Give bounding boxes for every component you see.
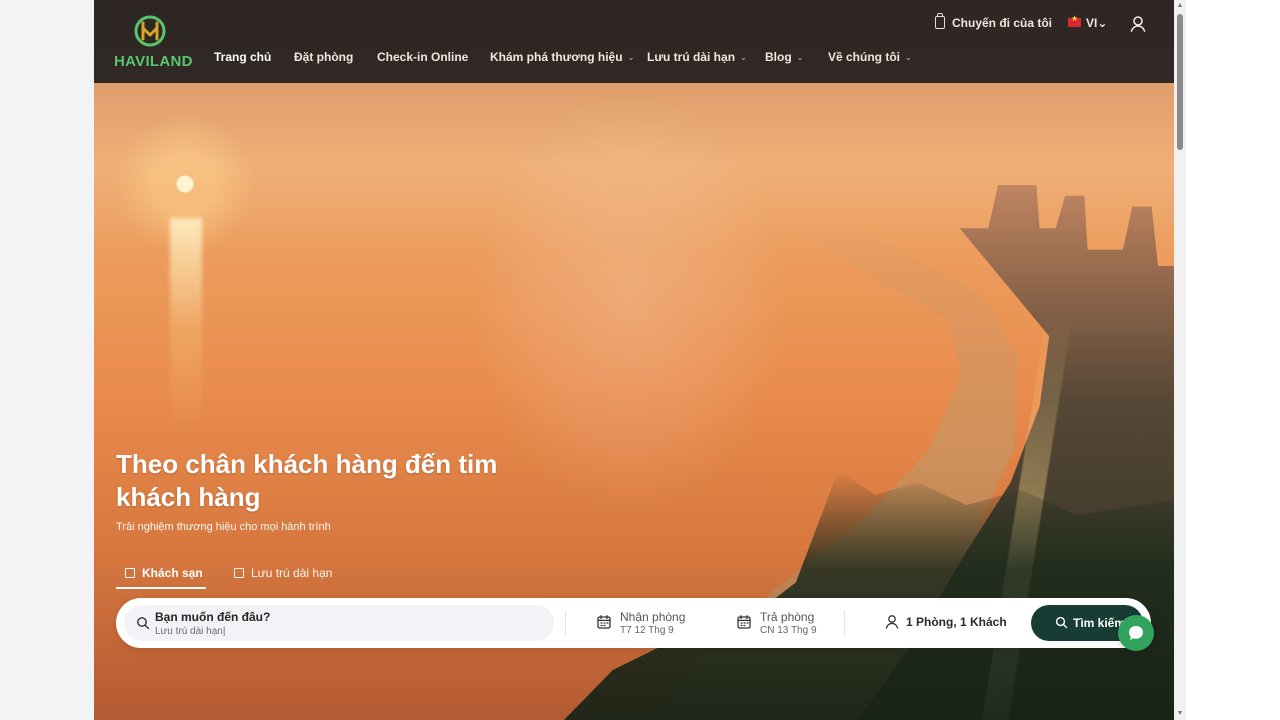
my-trips-link[interactable]: Chuyến đi của tôi [935, 13, 1053, 30]
chat-icon [1129, 626, 1143, 640]
hotel-icon [125, 568, 135, 578]
nav-long-stay[interactable]: Lưu trú dài hạn ⌄ [647, 50, 747, 64]
active-tab-indicator [116, 587, 206, 589]
checkin-value: T7 12 Thg 9 [620, 625, 674, 636]
nav-online-checkin[interactable]: Check-in Online [377, 50, 468, 64]
top-navigation: HAVILAND Trang chủ Đặt phòng Check-in On… [94, 0, 1174, 83]
scrollbar-thumb[interactable] [1177, 14, 1183, 150]
haviland-logo-icon[interactable] [133, 14, 167, 48]
calendar-icon [597, 615, 611, 629]
language-code: VI [1086, 16, 1098, 30]
checkout-label: Trả phòng [760, 610, 815, 624]
language-selector[interactable]: VI⌄ [1068, 14, 1108, 30]
search-divider [565, 610, 566, 636]
calendar-icon [737, 615, 751, 629]
nav-blog[interactable]: Blog ⌄ [765, 50, 803, 64]
page-scrollbar[interactable]: ▲ ▼ [1174, 0, 1186, 720]
chevron-down-icon: ⌄ [905, 53, 912, 62]
checkout-field[interactable]: Trả phòng CN 13 Thg 9 [736, 608, 856, 638]
tab-long-stay[interactable]: Lưu trú dài hạn [234, 566, 332, 580]
my-trips-label: Chuyến đi của tôi [952, 16, 1053, 30]
nav-home[interactable]: Trang chủ [214, 50, 271, 64]
search-button-label: Tìm kiếm [1073, 616, 1126, 630]
user-icon[interactable] [1129, 15, 1147, 33]
sun-reflection [170, 218, 202, 438]
tab-long-stay-label: Lưu trú dài hạn [251, 566, 333, 580]
hero-headline: Theo chân khách hàng đến tim khách hàng [116, 449, 498, 512]
right-page-margin [1174, 0, 1280, 720]
search-divider [844, 610, 845, 636]
luggage-icon [935, 13, 945, 29]
destination-input-value[interactable]: Lưu trú dài hạn| [155, 626, 225, 637]
left-page-margin [0, 0, 94, 720]
building-icon [234, 568, 244, 578]
scroll-up-icon[interactable]: ▲ [1174, 0, 1186, 12]
checkin-field[interactable]: Nhận phòng T7 12 Thg 9 [596, 608, 716, 638]
person-icon [885, 615, 899, 629]
nav-blog-label: Blog [765, 50, 792, 64]
nav-online-checkin-label: Check-in Online [377, 50, 469, 64]
scroll-down-icon[interactable]: ▼ [1174, 708, 1186, 720]
nav-booking[interactable]: Đặt phòng [294, 50, 353, 64]
brand-name[interactable]: HAVILAND [114, 53, 192, 70]
nav-about[interactable]: Về chúng tôi ⌄ [828, 50, 912, 64]
nav-brand-explore[interactable]: Khám phá thương hiệu ⌄ [490, 50, 634, 64]
guest-summary: 1 Phòng, 1 Khách [906, 615, 1007, 629]
nav-about-label: Về chúng tôi [828, 50, 900, 64]
chat-button[interactable] [1118, 615, 1154, 651]
vietnam-flag-icon [1068, 14, 1081, 27]
nav-long-stay-label: Lưu trú dài hạn [647, 50, 736, 64]
tab-hotels-label: Khách sạn [142, 566, 203, 580]
nav-booking-label: Đặt phòng [294, 50, 354, 64]
destination-field[interactable]: Bạn muốn đến đâu? Lưu trú dài hạn| [124, 605, 554, 641]
chevron-down-icon: ⌄ [627, 53, 635, 62]
checkin-label: Nhận phòng [620, 610, 686, 624]
chevron-down-icon: ⌄ [796, 53, 804, 62]
search-icon [137, 617, 150, 630]
nav-home-label: Trang chủ [214, 50, 272, 64]
hero-subheadline: Trải nghiệm thương hiệu cho mọi hành trì… [116, 521, 331, 533]
booking-search-bar: Bạn muốn đến đâu? Lưu trú dài hạn| Nhận … [116, 598, 1151, 648]
destination-label: Bạn muốn đến đâu? [155, 610, 271, 624]
tab-hotels[interactable]: Khách sạn [125, 566, 203, 580]
chevron-down-icon: ⌄ [1097, 16, 1108, 30]
homepage-frame: HAVILAND Trang chủ Đặt phòng Check-in On… [94, 0, 1174, 720]
chevron-down-icon: ⌄ [740, 53, 747, 62]
nav-brand-explore-label: Khám phá thương hiệu [490, 50, 623, 64]
checkout-value: CN 13 Thg 9 [760, 625, 817, 636]
search-icon [1055, 616, 1068, 629]
